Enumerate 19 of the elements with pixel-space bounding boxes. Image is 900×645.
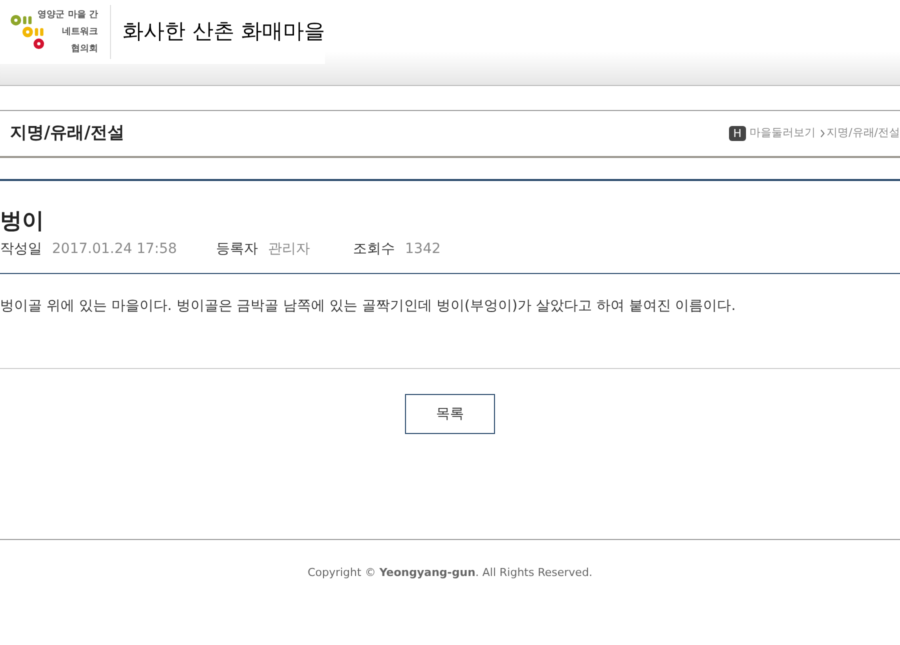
chevron-icon bbox=[820, 129, 825, 138]
page-title: 지명/유래/전설 bbox=[10, 122, 124, 145]
post-title: 벙이 bbox=[0, 208, 45, 236]
logo-text: 영양군 마을 간 bbox=[38, 8, 98, 22]
breadcrumb-link[interactable]: 마을둘러보기 bbox=[750, 125, 816, 142]
logo-text: 네트워크 bbox=[62, 26, 98, 38]
meta-label: 등록자 bbox=[216, 240, 258, 258]
home-icon[interactable]: H bbox=[729, 126, 746, 141]
copyright-text: Copyright © Yeongyang-gun. All Rights Reserved. bbox=[308, 565, 592, 581]
meta-label: 조회수 bbox=[353, 240, 395, 258]
breadcrumb-link[interactable]: 지명/유래/전설 bbox=[826, 125, 900, 142]
meta-value: 1342 bbox=[405, 240, 441, 258]
logo-text: 협의회 bbox=[70, 42, 98, 56]
site-title: 화사한 산촌 화매마을 bbox=[122, 18, 325, 46]
post-body: 벙이골 위에 있는 마을이다. 벙이골은 금박골 남쪽에 있는 골짝기인데 벙이(부엉이)가 살았다고 하여 붙여진 이름이다. bbox=[0, 297, 737, 316]
meta-label: 작성일 bbox=[0, 240, 42, 258]
list-button[interactable]: 목록 bbox=[405, 394, 495, 434]
meta-value: 관리자 bbox=[268, 240, 310, 258]
meta-value: 2017.01.24 17:58 bbox=[52, 240, 177, 258]
